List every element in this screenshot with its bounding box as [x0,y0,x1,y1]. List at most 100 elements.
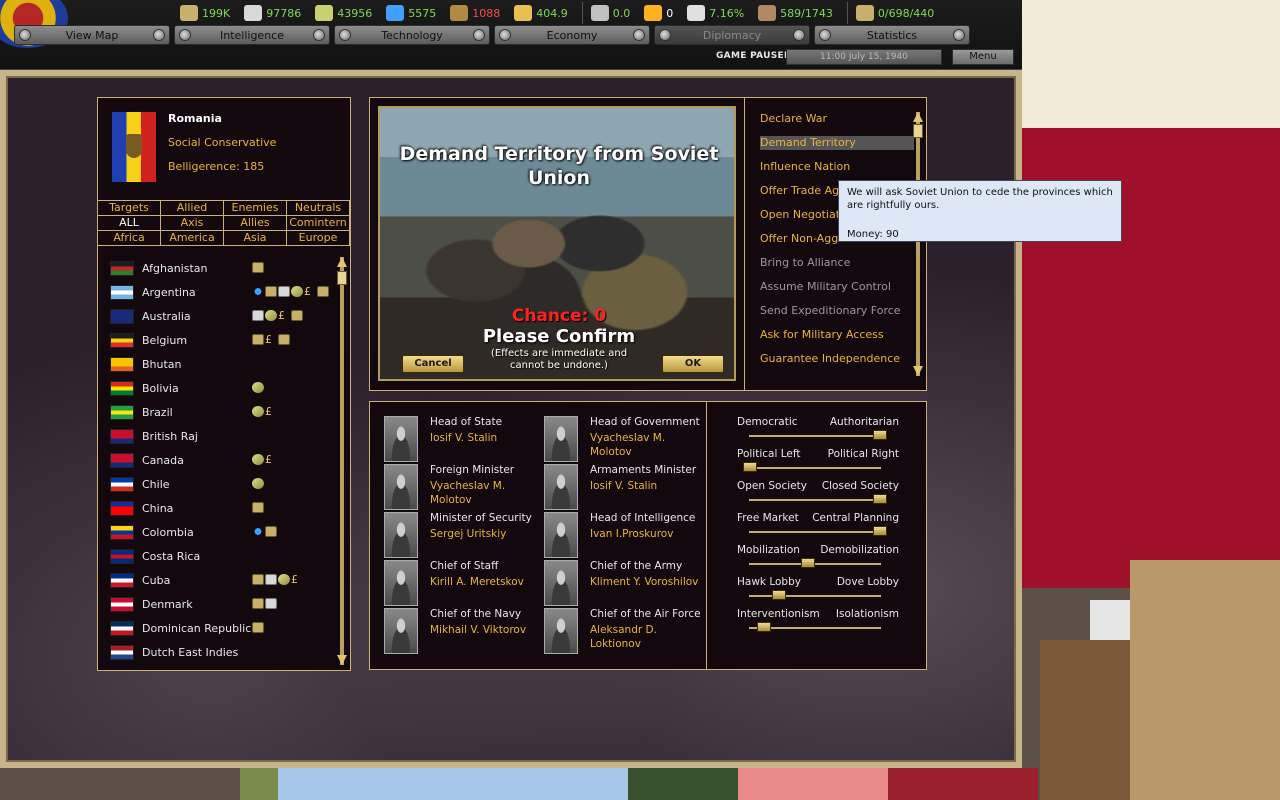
supplies-icon [252,598,264,609]
minister-head-of-intelligence[interactable]: Head of Intelligence Ivan I.Proskurov [544,512,704,560]
filter-africa[interactable]: Africa [97,230,161,246]
money-icon: £ [291,573,298,586]
policy-slider[interactable]: Mobilization Demobilization [737,544,899,576]
energy-icon [291,286,303,297]
filter-asia[interactable]: Asia [223,230,287,246]
minister-head-of-government[interactable]: Head of Government Vyacheslav M. Molotov [544,416,704,464]
effects-note: (Effects are immediate and cannot be und… [490,348,628,371]
map-olive-region [240,768,280,800]
slider-thumb[interactable] [757,622,771,632]
slider-thumb[interactable] [873,494,887,504]
country-row[interactable]: Dutch East Indies [110,640,332,664]
minister-chief-of-the-air-force[interactable]: Chief of the Air Force Aleksandr D. Lokti… [544,608,704,656]
country-row[interactable]: Brazil £ [110,400,332,424]
country-name: Australia [142,309,191,323]
scroll-down-icon[interactable] [913,366,923,376]
policy-right-label: Closed Society [821,480,899,492]
filter-enemies[interactable]: Enemies [223,200,287,216]
minister-name: Kirill A. Meretskov [430,576,524,588]
actions-scrollbar[interactable] [913,112,923,376]
tab-intelligence[interactable]: Intelligence [174,25,330,45]
scroll-up-icon[interactable] [913,112,923,122]
resource-value: 5575 [408,6,437,20]
action-declare-war[interactable]: Declare War [760,112,827,126]
slider-thumb[interactable] [743,462,757,472]
minister-portrait [544,560,578,606]
policy-slider[interactable]: Democratic Authoritarian [737,416,899,448]
ok-button[interactable]: OK [662,355,724,373]
filter-all[interactable]: ALL [97,215,161,231]
tab-technology[interactable]: Technology [334,25,490,45]
country-flag-icon [110,644,134,660]
action-influence-nation[interactable]: Influence Nation [760,160,850,174]
resource-divider [846,2,848,24]
scroll-thumb[interactable] [337,271,347,285]
country-name: Colombia [142,525,194,539]
menu-button[interactable]: Menu [952,49,1014,65]
tab-economy[interactable]: Economy [494,25,650,45]
country-row[interactable]: Afghanistan [110,256,332,280]
country-row[interactable]: Belgium £ [110,328,332,352]
action-guarantee-independence[interactable]: Guarantee Independence [760,352,900,366]
metal-icon [265,574,277,585]
filter-targets[interactable]: Targets [97,200,161,216]
minister-foreign-minister[interactable]: Foreign Minister Vyacheslav M. Molotov [384,464,544,512]
slider-thumb[interactable] [801,558,815,568]
country-row[interactable]: Australia £ [110,304,332,328]
policy-slider[interactable]: Interventionism Isolationism [737,608,899,640]
country-row[interactable]: Dominican Republic [110,616,332,640]
filter-america[interactable]: America [160,230,224,246]
country-row[interactable]: Bhutan [110,352,332,376]
country-row[interactable]: British Raj [110,424,332,448]
policy-slider[interactable]: Open Society Closed Society [737,480,899,512]
date-display[interactable]: 11:00 July 15, 1940 [786,49,942,65]
resource-icons: £ [252,454,278,465]
policy-slider[interactable]: Free Market Central Planning [737,512,899,544]
action-ask-for-military-access[interactable]: Ask for Military Access [760,328,884,342]
country-row[interactable]: Colombia [110,520,332,544]
country-row[interactable]: Argentina £ [110,280,332,304]
tab-statistics[interactable]: Statistics [814,25,970,45]
filter-allied[interactable]: Allied [160,200,224,216]
action-demand-territory[interactable]: Demand Territory [760,136,914,150]
country-row[interactable]: Bolivia [110,376,332,400]
filter-neutrals[interactable]: Neutrals [286,200,350,216]
tab-view-map[interactable]: View Map [14,25,170,45]
minister-minister-of-security[interactable]: Minister of Security Sergej Uritskiy [384,512,544,560]
minister-title: Chief of the Army [590,560,683,572]
cancel-button[interactable]: Cancel [402,355,464,373]
filter-allies[interactable]: Allies [223,215,287,231]
slider-thumb[interactable] [873,526,887,536]
scroll-down-icon[interactable] [337,655,347,665]
country-row[interactable]: Cuba £ [110,568,332,592]
slider-thumb[interactable] [873,430,887,440]
filter-europe[interactable]: Europe [286,230,350,246]
energy-icon [252,478,264,489]
country-row[interactable]: Canada £ [110,448,332,472]
country-row[interactable]: Denmark [110,592,332,616]
country-row[interactable]: Chile [110,472,332,496]
slider-thumb[interactable] [772,590,786,600]
minister-armaments-minister[interactable]: Armaments Minister Iosif V. Stalin [544,464,704,512]
country-name: Brazil [142,405,173,419]
minister-chief-of-staff[interactable]: Chief of Staff Kirill A. Meretskov [384,560,544,608]
scroll-up-icon[interactable] [337,257,347,267]
country-row[interactable]: Costa Rica [110,544,332,568]
country-list-scrollbar[interactable] [337,257,347,665]
filter-comintern[interactable]: Comintern [286,215,350,231]
resource-icons [252,262,265,273]
country-row[interactable]: China [110,496,332,520]
resource-value: 7.16% [709,6,745,20]
scroll-thumb[interactable] [913,124,923,138]
action-send-expeditionary-force: Send Expeditionary Force [760,304,901,317]
policy-slider[interactable]: Hawk Lobby Dove Lobby [737,576,899,608]
filter-axis[interactable]: Axis [160,215,224,231]
policy-slider[interactable]: Political Left Political Right [737,448,899,480]
tab-knob-icon [819,29,831,41]
minister-name: Sergej Uritskiy [430,528,507,540]
minister-head-of-state[interactable]: Head of State Iosif V. Stalin [384,416,544,464]
minister-chief-of-the-navy[interactable]: Chief of the Navy Mikhail V. Viktorov [384,608,544,656]
supplies-icon [180,5,198,21]
resource-item: 589/1743 [758,2,833,24]
minister-chief-of-the-army[interactable]: Chief of the Army Kliment Y. Voroshilov [544,560,704,608]
